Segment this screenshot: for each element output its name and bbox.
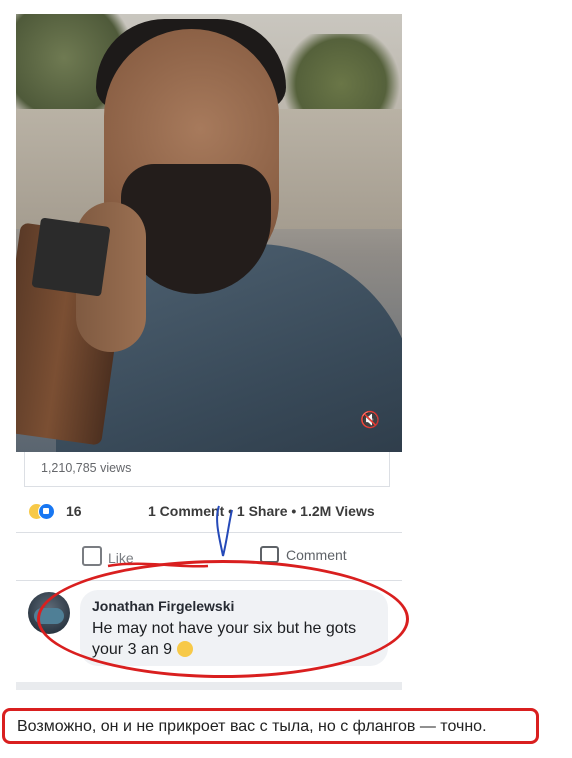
comment-item: Jonathan Firgelewski He may not have you… — [28, 590, 402, 680]
views-box: 1,210,785 views — [24, 452, 390, 487]
post-actions: Like Comment — [16, 534, 402, 581]
post-stats: 16 1 Comment • 1 Share • 1.2M Views — [16, 492, 402, 533]
thumbs-up-icon — [82, 546, 102, 566]
reaction-icons[interactable] — [28, 502, 55, 520]
comment-text: He may not have your six but he gots you… — [92, 618, 380, 660]
caption-text: Возможно, он и не прикроет вас с тыла, н… — [17, 718, 487, 735]
comment-bubble: Jonathan Firgelewski He may not have you… — [80, 590, 388, 666]
comment-body: He may not have your six but he gots you… — [92, 620, 357, 658]
comment-author[interactable]: Jonathan Firgelewski — [92, 598, 234, 614]
facebook-post: 🔇 1,210,785 views 16 1 Comment • 1 Share… — [16, 14, 402, 690]
avatar[interactable] — [28, 592, 70, 634]
comment-label: Comment — [286, 547, 347, 563]
rifle-barrel — [31, 217, 111, 297]
reaction-count[interactable]: 16 — [66, 503, 82, 519]
caption-box: Возможно, он и не прикроет вас с тыла, н… — [2, 708, 539, 744]
speaker-muted-icon[interactable]: 🔇 — [360, 412, 382, 430]
like-label: Like — [108, 550, 134, 566]
like-button[interactable]: Like — [82, 546, 134, 566]
comment-bubble-icon — [260, 546, 279, 563]
grinning-sweat-emoji-icon — [176, 641, 193, 657]
like-icon — [38, 503, 55, 520]
comment-share-views[interactable]: 1 Comment • 1 Share • 1.2M Views — [148, 503, 375, 519]
post-footer-divider — [16, 682, 402, 690]
views-count: 1,210,785 views — [41, 461, 132, 475]
comment-button[interactable]: Comment — [260, 546, 347, 563]
video-player[interactable]: 🔇 — [16, 14, 402, 452]
